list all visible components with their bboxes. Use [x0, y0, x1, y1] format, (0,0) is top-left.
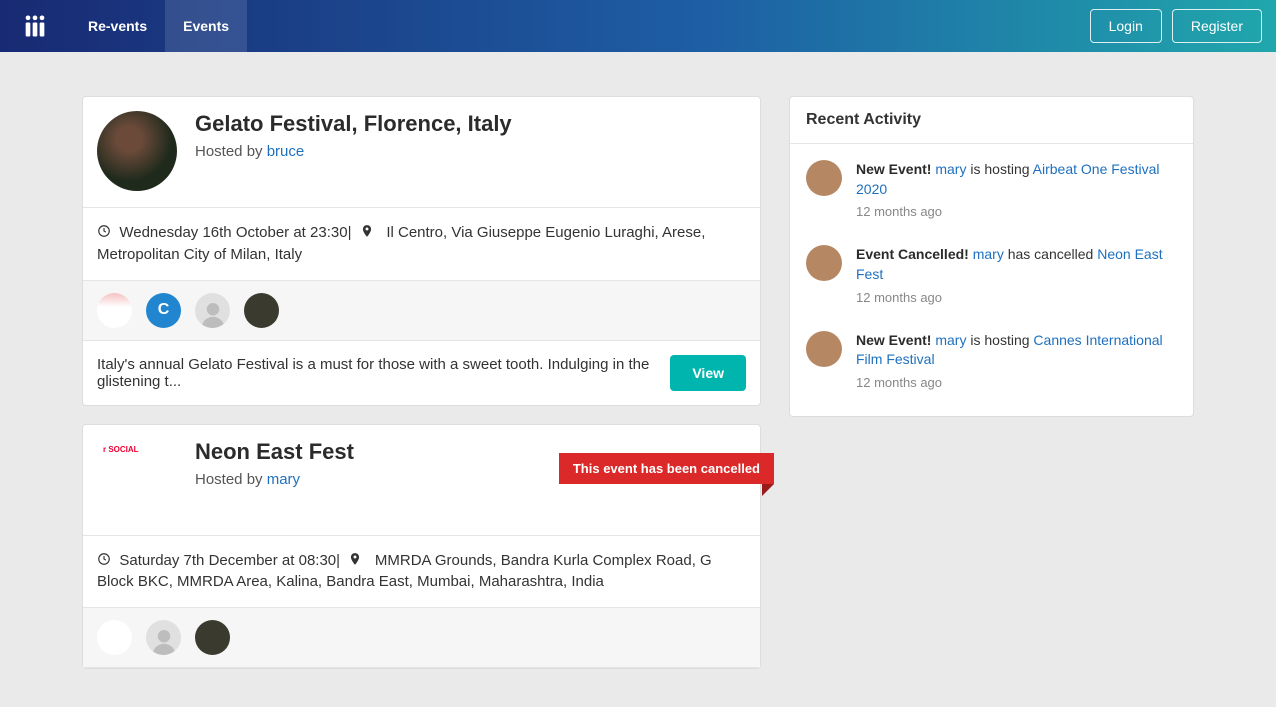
host-link[interactable]: bruce	[267, 143, 305, 160]
activity-avatar	[806, 160, 842, 196]
activity-time: 12 months ago	[856, 374, 1177, 392]
event-datetime: Saturday 7th December at 08:30	[119, 552, 336, 569]
event-card: Gelato Festival, Florence, Italy Hosted …	[82, 96, 761, 406]
event-attendees: C	[83, 281, 760, 341]
logo[interactable]	[0, 0, 70, 52]
activity-user-link[interactable]: mary	[973, 246, 1004, 262]
host-link[interactable]: mary	[267, 471, 300, 488]
activity-avatar	[806, 245, 842, 281]
hosted-by-label: Hosted by	[195, 471, 267, 488]
login-button[interactable]: Login	[1090, 9, 1162, 43]
activity-item: New Event! mary is hosting Airbeat One F…	[806, 148, 1177, 233]
person-icon	[149, 625, 179, 655]
nav-events[interactable]: Events	[165, 0, 247, 52]
clock-icon	[97, 224, 111, 238]
activity-mid: is hosting	[966, 161, 1032, 177]
recent-activity-card: Recent Activity New Event! mary is hosti…	[789, 96, 1194, 417]
activity-user-link[interactable]: mary	[935, 332, 966, 348]
activity-prefix: New Event!	[856, 332, 935, 348]
activity-item: Event Cancelled! mary has cancelled Neon…	[806, 233, 1177, 318]
attendee-avatar[interactable]: C	[146, 293, 181, 328]
event-description: Italy's annual Gelato Festival is a must…	[97, 356, 658, 390]
view-button[interactable]: View	[670, 355, 746, 391]
activity-mid: is hosting	[966, 332, 1033, 348]
activity-user-link[interactable]: mary	[935, 161, 966, 177]
event-host: Hosted by bruce	[195, 143, 512, 160]
cancelled-ribbon: This event has been cancelled	[559, 453, 774, 484]
navbar: Re-vents Events Login Register	[0, 0, 1276, 52]
clock-icon	[97, 552, 111, 566]
person-icon	[198, 298, 228, 328]
people-icon	[21, 12, 49, 40]
location-icon	[360, 224, 374, 238]
activity-avatar	[806, 331, 842, 367]
hosted-by-label: Hosted by	[195, 143, 267, 160]
event-datetime: Wednesday 16th October at 23:30	[119, 224, 347, 241]
event-host: Hosted by mary	[195, 471, 354, 488]
event-meta: Wednesday 16th October at 23:30| Il Cent…	[83, 208, 760, 281]
register-button[interactable]: Register	[1172, 9, 1262, 43]
activity-time: 12 months ago	[856, 289, 1177, 307]
nav-brand[interactable]: Re-vents	[70, 0, 165, 52]
attendee-avatar[interactable]	[146, 620, 181, 655]
recent-activity-title: Recent Activity	[790, 97, 1193, 144]
attendee-avatar[interactable]	[244, 293, 279, 328]
event-card: This event has been cancelled r SOCIAL N…	[82, 424, 761, 670]
activity-prefix: Event Cancelled!	[856, 246, 973, 262]
activity-prefix: New Event!	[856, 161, 935, 177]
event-attendees	[83, 608, 760, 668]
event-title: Neon East Fest	[195, 439, 354, 465]
event-title: Gelato Festival, Florence, Italy	[195, 111, 512, 137]
avatar-decor: r SOCIAL	[103, 445, 139, 454]
attendee-avatar[interactable]	[97, 620, 132, 655]
attendee-avatar[interactable]	[195, 620, 230, 655]
activity-time: 12 months ago	[856, 203, 1177, 221]
location-icon	[348, 552, 362, 566]
event-meta: Saturday 7th December at 08:30| MMRDA Gr…	[83, 536, 760, 609]
event-host-avatar	[97, 111, 177, 191]
attendee-avatar[interactable]	[97, 293, 132, 328]
activity-item: New Event! mary is hosting Cannes Intern…	[806, 319, 1177, 404]
activity-mid: has cancelled	[1004, 246, 1097, 262]
attendee-avatar[interactable]	[195, 293, 230, 328]
